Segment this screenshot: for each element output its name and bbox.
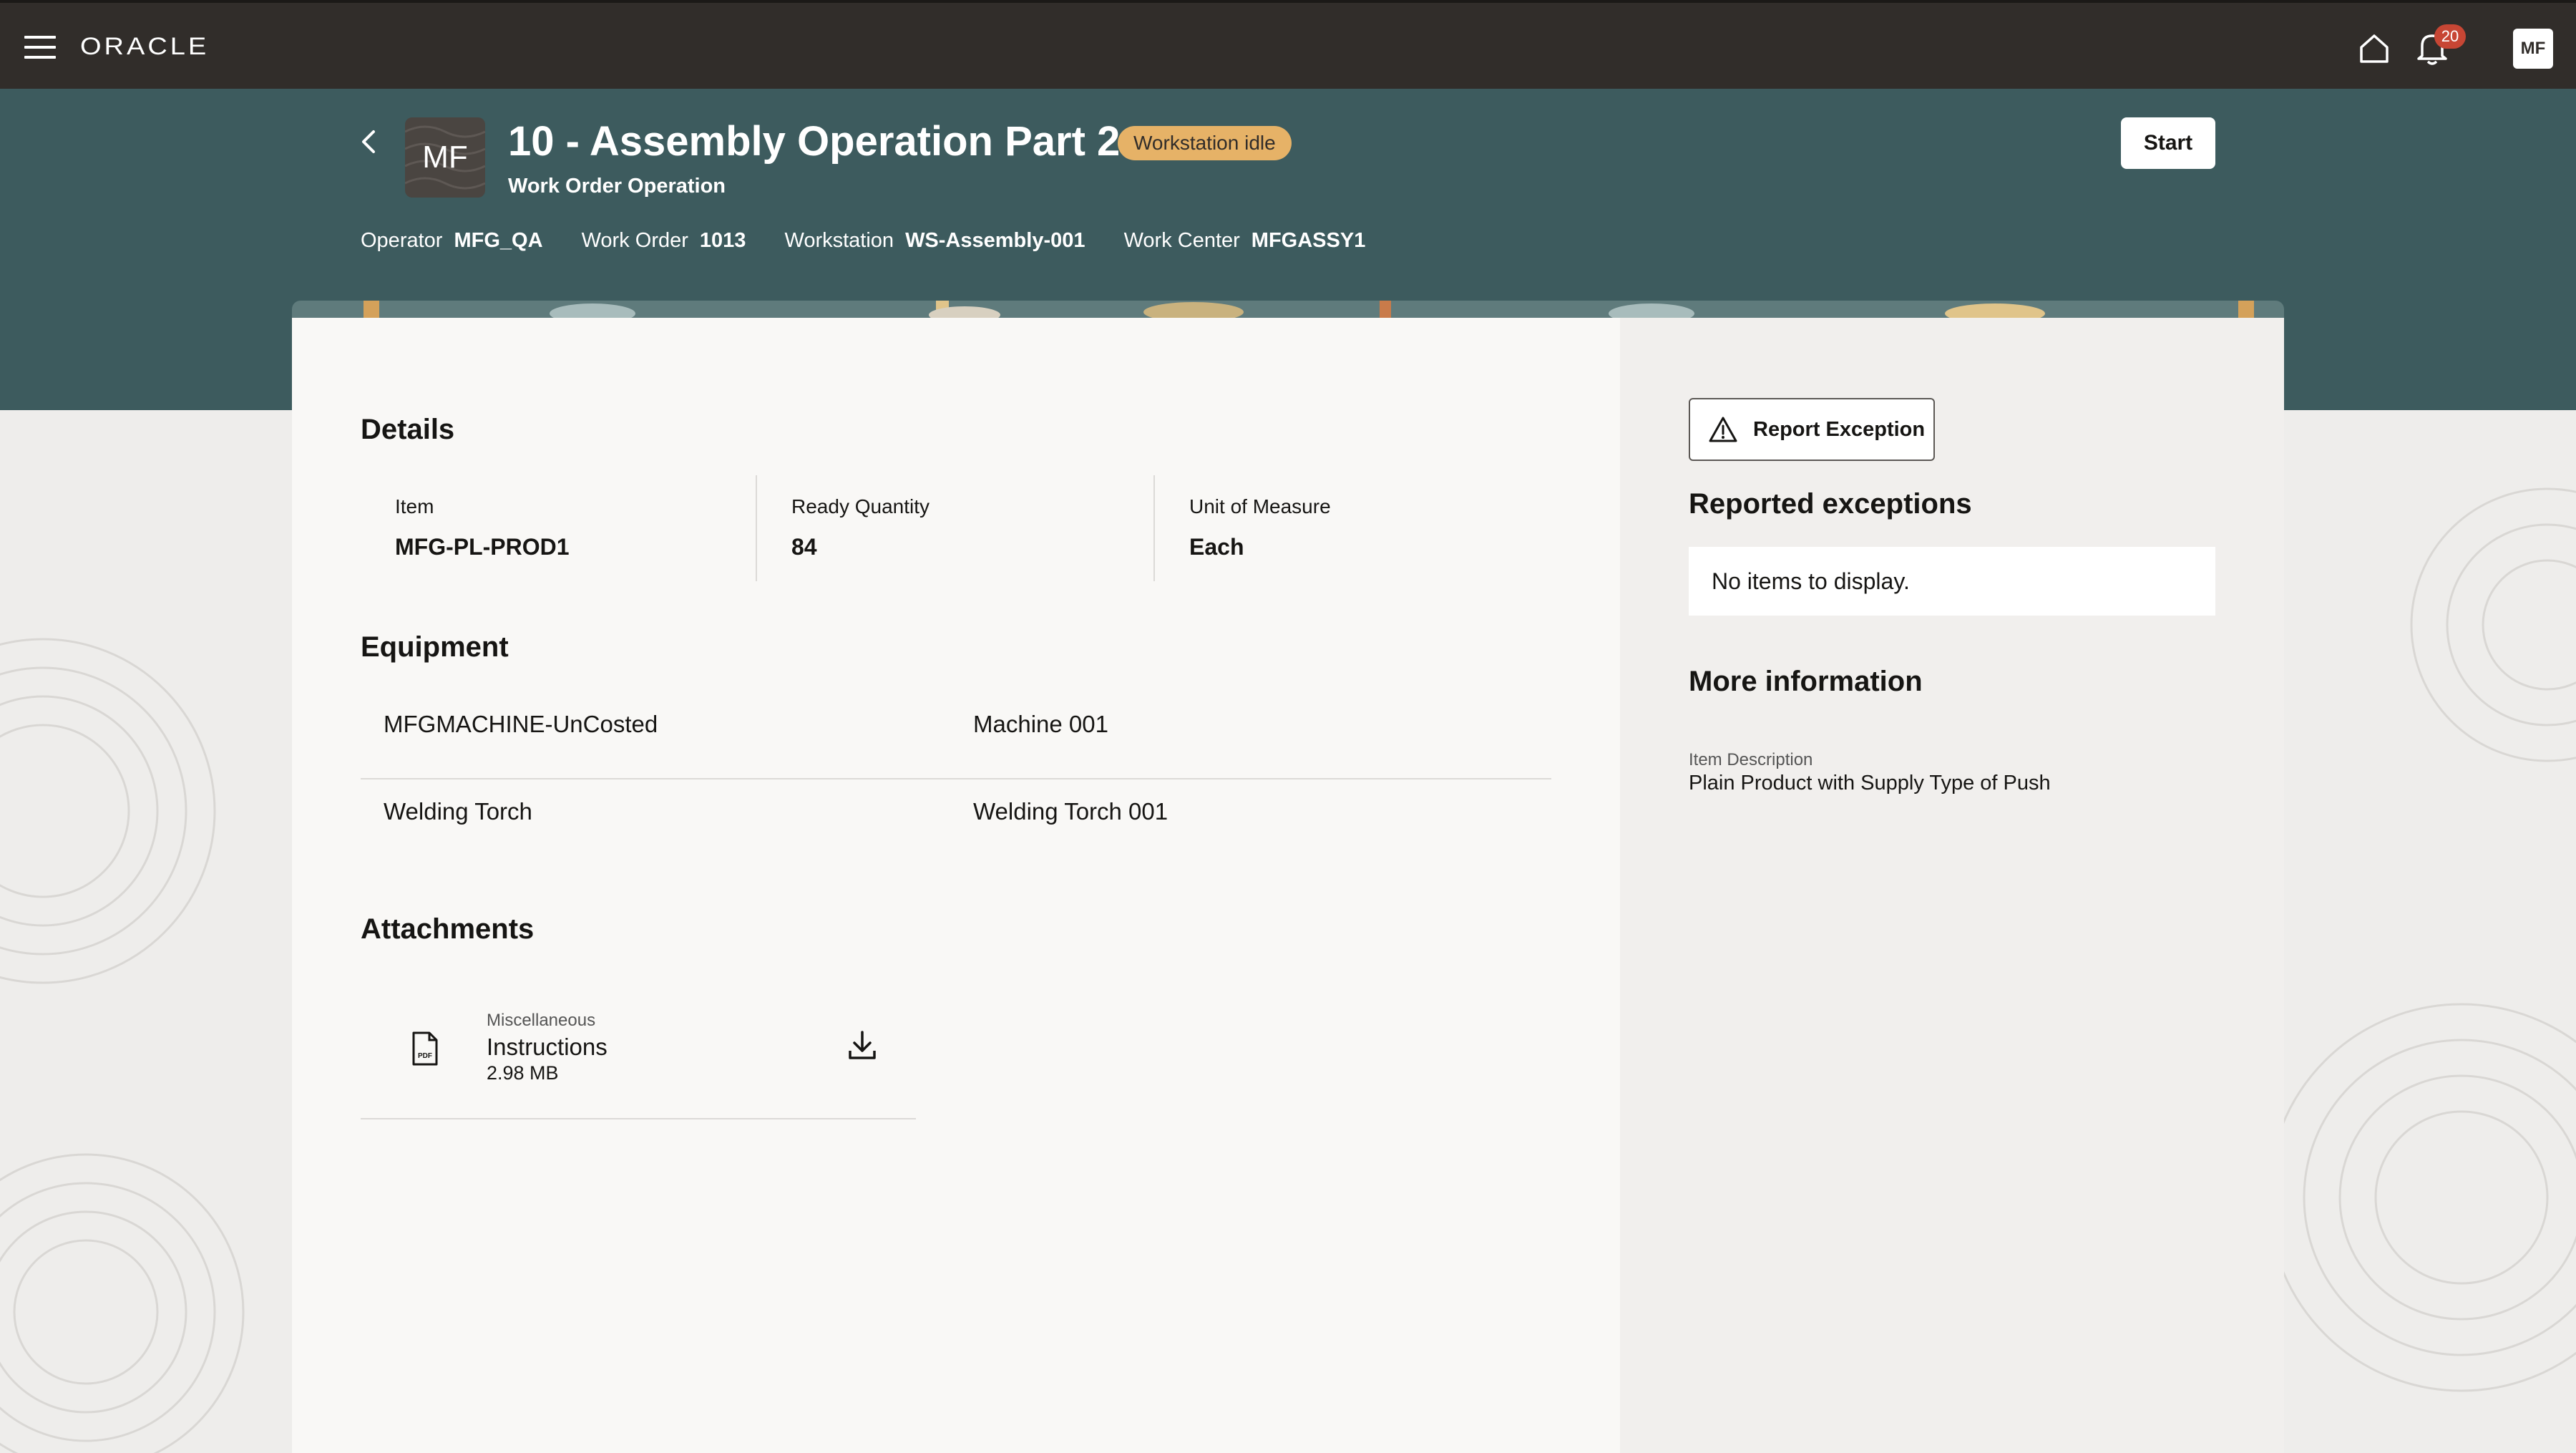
- meta-workstation-value: WS-Assembly-001: [905, 229, 1085, 252]
- meta-work-order-value: 1013: [699, 229, 746, 252]
- operation-avatar-initials: MF: [422, 140, 468, 175]
- operation-meta-row: Operator MFG_QA Work Order 1013 Workstatio…: [361, 229, 1398, 253]
- back-chevron-icon[interactable]: [356, 126, 381, 157]
- meta-work-order-label: Work Order: [581, 229, 688, 252]
- equipment-name: Welding Torch 001: [973, 798, 1169, 825]
- home-icon[interactable]: [2357, 31, 2391, 66]
- reported-exceptions-empty: No items to display.: [1689, 547, 2215, 616]
- detail-unit-of-measure-label: Unit of Measure: [1189, 495, 1331, 517]
- detail-ready-quantity: Ready Quantity 84: [757, 475, 1153, 581]
- status-badge: Workstation idle: [1118, 126, 1292, 160]
- report-exception-label: Report Exception: [1753, 418, 1926, 441]
- more-information-heading: More information: [1689, 666, 1923, 697]
- equipment-name: Machine 001: [973, 711, 1108, 737]
- page-subtitle: Work Order Operation: [508, 175, 726, 198]
- attachment-size: 2.98 MB: [487, 1062, 559, 1084]
- attachment-name[interactable]: Instructions: [487, 1034, 608, 1061]
- hamburger-menu-icon[interactable]: [24, 36, 56, 60]
- item-description-value: Plain Product with Supply Type of Push: [1689, 772, 2051, 794]
- attachment-divider: [361, 1118, 916, 1119]
- detail-unit-of-measure: Unit of Measure Each: [1155, 475, 1551, 581]
- meta-work-center-label: Work Center: [1123, 229, 1240, 252]
- warning-triangle-icon: [1709, 417, 1737, 442]
- equipment-type: MFGMACHINE-UnCosted: [384, 711, 658, 737]
- user-avatar[interactable]: MF: [2513, 29, 2553, 69]
- attachment-item[interactable]: PDF Miscellaneous Instructions 2.98 MB: [361, 988, 916, 1119]
- notification-count-badge: 20: [2434, 24, 2466, 49]
- equipment-type: Welding Torch: [384, 798, 532, 825]
- top-navigation-bar: ORACLE 20 MF: [0, 0, 2576, 89]
- detail-item-value: MFG-PL-PROD1: [395, 534, 570, 560]
- start-button[interactable]: Start: [2121, 117, 2215, 169]
- attachment-category: Miscellaneous: [487, 1011, 596, 1030]
- meta-work-center-value: MFGASSY1: [1251, 229, 1366, 252]
- reported-exceptions-heading: Reported exceptions: [1689, 488, 1972, 520]
- equipment-row[interactable]: Welding Torch Welding Torch 001: [361, 769, 1551, 855]
- detail-ready-quantity-label: Ready Quantity: [791, 495, 930, 517]
- operation-avatar: MF: [405, 117, 485, 198]
- svg-text:PDF: PDF: [418, 1052, 432, 1060]
- pdf-file-icon: PDF: [412, 1031, 438, 1066]
- meta-workstation-label: Workstation: [784, 229, 894, 252]
- oracle-logo[interactable]: ORACLE: [80, 33, 209, 61]
- detail-item-label: Item: [395, 495, 434, 517]
- report-exception-button[interactable]: Report Exception: [1689, 398, 1935, 461]
- page-title: 10 - Assembly Operation Part 2: [508, 118, 1121, 165]
- download-icon[interactable]: [844, 1028, 880, 1064]
- item-description-label: Item Description: [1689, 750, 1813, 769]
- card-banner-pattern: [292, 301, 2284, 319]
- meta-operator-value: MFG_QA: [454, 229, 543, 252]
- details-heading: Details: [361, 414, 455, 445]
- detail-ready-quantity-value: 84: [791, 534, 817, 560]
- meta-operator-label: Operator: [361, 229, 443, 252]
- equipment-row[interactable]: MFGMACHINE-UnCosted Machine 001: [361, 681, 1551, 767]
- attachments-heading: Attachments: [361, 913, 535, 945]
- detail-unit-of-measure-value: Each: [1189, 534, 1244, 560]
- detail-item: Item MFG-PL-PROD1: [361, 475, 756, 581]
- equipment-heading: Equipment: [361, 631, 509, 663]
